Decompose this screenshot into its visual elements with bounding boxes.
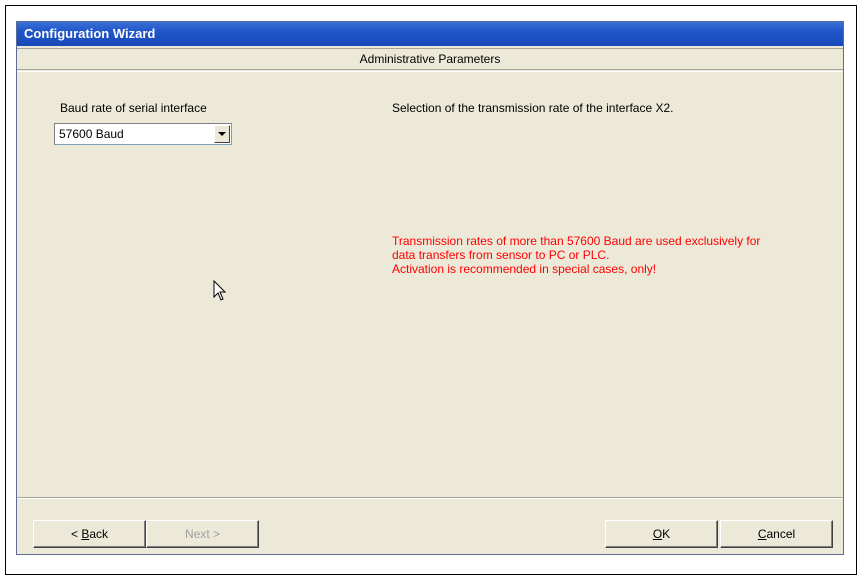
cancel-rest: ancel [766,527,796,541]
ok-button[interactable]: OK [605,520,718,548]
ok-rest: K [662,527,671,541]
next-label: Next > [184,527,220,541]
chevron-down-icon [218,132,226,136]
warning-line: Activation is recommended in special cas… [392,262,657,276]
mouse-pointer-icon [213,280,227,301]
parameter-description: Selection of the transmission rate of th… [392,101,674,115]
ok-mnemonic: O [652,527,663,541]
warning-line: Transmission rates of more than 57600 Ba… [392,234,761,248]
back-button[interactable]: < Back [33,520,146,548]
section-header: Administrative Parameters [17,48,843,72]
dropdown-button[interactable] [214,125,230,143]
baud-rate-label: Baud rate of serial interface [60,101,207,115]
next-button[interactable]: Next > [146,520,259,548]
warning-text: Transmission rates of more than 57600 Ba… [392,234,832,276]
configuration-wizard-window: Configuration Wizard Administrative Para… [16,21,844,555]
baud-rate-value: 57600 Baud [59,127,124,141]
baud-rate-dropdown[interactable]: 57600 Baud [54,123,232,145]
back-prefix: < [70,527,82,541]
window-title: Configuration Wizard [17,22,843,46]
cancel-button[interactable]: Cancel [720,520,833,548]
back-rest: ack [89,527,109,541]
warning-line: data transfers from sensor to PC or PLC. [392,248,610,262]
footer-separator [17,497,843,499]
